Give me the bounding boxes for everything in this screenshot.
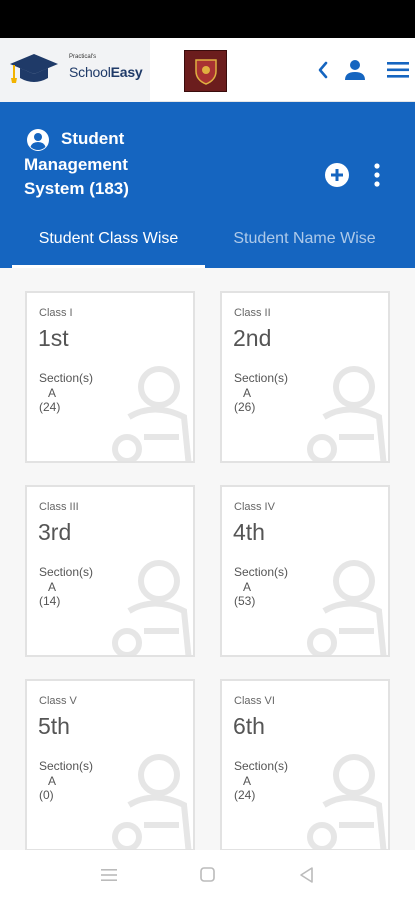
section-name: A bbox=[48, 580, 57, 594]
section-name: A bbox=[48, 774, 57, 788]
student-count: (0) bbox=[39, 788, 54, 802]
class-ordinal: 6th bbox=[233, 713, 265, 739]
sections-label: Section(s) bbox=[39, 759, 94, 773]
student-watermark-icon bbox=[112, 754, 192, 849]
sections-label: Section(s) bbox=[234, 371, 289, 385]
sections-label: Section(s) bbox=[234, 759, 289, 773]
section-name: A bbox=[48, 386, 57, 400]
class-ordinal: 3rd bbox=[38, 519, 72, 545]
page-title-line1: Student bbox=[61, 129, 125, 148]
class-card-3[interactable]: Class III 3rd Section(s) A (14) bbox=[25, 485, 195, 657]
sections-label: Section(s) bbox=[39, 565, 94, 579]
class-ordinal: 4th bbox=[233, 519, 265, 545]
class-label: Class V bbox=[39, 695, 77, 707]
class-label: Class II bbox=[234, 307, 271, 319]
crest-icon bbox=[194, 59, 217, 85]
student-watermark-icon bbox=[112, 560, 192, 655]
student-count: (24) bbox=[234, 788, 256, 802]
system-nav-bar bbox=[0, 850, 415, 900]
class-ordinal: 1st bbox=[38, 325, 69, 351]
school-easy-logo[interactable]: Practical's SchoolEasy bbox=[0, 38, 150, 102]
student-watermark-icon bbox=[307, 560, 387, 655]
class-grid: Class I 1st Section(s) A (24) Class II 2… bbox=[0, 268, 415, 851]
more-options-icon[interactable] bbox=[372, 162, 382, 188]
class-card-2[interactable]: Class II 2nd Section(s) A (26) bbox=[220, 291, 390, 463]
class-ordinal: 5th bbox=[38, 713, 70, 739]
brand-small-text: Practical's bbox=[69, 54, 97, 60]
student-count: (26) bbox=[234, 400, 256, 414]
student-count: (24) bbox=[39, 400, 61, 414]
tab-student-name-wise[interactable]: Student Name Wise bbox=[212, 230, 397, 268]
brand-name-part1: School bbox=[69, 64, 111, 80]
graduation-cap-icon bbox=[10, 54, 58, 83]
add-button[interactable] bbox=[324, 162, 350, 188]
class-ordinal: 2nd bbox=[233, 325, 272, 351]
section-name: A bbox=[243, 386, 252, 400]
tab-student-class-wise[interactable]: Student Class Wise bbox=[12, 230, 205, 268]
class-card-1[interactable]: Class I 1st Section(s) A (24) bbox=[25, 291, 195, 463]
student-watermark-icon bbox=[307, 754, 387, 849]
brand-name: SchoolEasy bbox=[69, 64, 143, 80]
sections-label: Section(s) bbox=[234, 565, 289, 579]
class-card-6[interactable]: Class VI 6th Section(s) A (24) bbox=[220, 679, 390, 851]
account-circle-icon bbox=[27, 129, 49, 151]
class-label: Class IV bbox=[234, 501, 275, 513]
section-name: A bbox=[243, 774, 252, 788]
class-label: Class VI bbox=[234, 695, 275, 707]
class-card-5[interactable]: Class V 5th Section(s) A (0) bbox=[25, 679, 195, 851]
sections-label: Section(s) bbox=[39, 371, 94, 385]
recent-apps-icon[interactable] bbox=[100, 866, 118, 884]
profile-icon[interactable] bbox=[343, 58, 367, 82]
page-header: Student Management System (183) Student … bbox=[0, 102, 415, 268]
section-name: A bbox=[243, 580, 252, 594]
class-card-4[interactable]: Class IV 4th Section(s) A (53) bbox=[220, 485, 390, 657]
hamburger-menu-icon[interactable] bbox=[387, 60, 409, 80]
back-chevron-icon[interactable] bbox=[316, 60, 330, 80]
app-bar: Practical's SchoolEasy bbox=[0, 38, 415, 102]
school-crest-logo bbox=[184, 50, 227, 92]
class-label: Class III bbox=[39, 501, 79, 513]
student-watermark-icon bbox=[307, 366, 387, 461]
back-icon[interactable] bbox=[298, 866, 316, 884]
page-title-line2: Management bbox=[24, 155, 128, 174]
home-icon[interactable] bbox=[199, 866, 217, 884]
student-watermark-icon bbox=[112, 366, 192, 461]
page-title-line3: System (183) bbox=[24, 179, 129, 198]
student-count: (14) bbox=[39, 594, 61, 608]
student-count: (53) bbox=[234, 594, 256, 608]
brand-name-part2: Easy bbox=[110, 64, 143, 80]
class-label: Class I bbox=[39, 307, 73, 319]
status-bar bbox=[0, 0, 415, 38]
